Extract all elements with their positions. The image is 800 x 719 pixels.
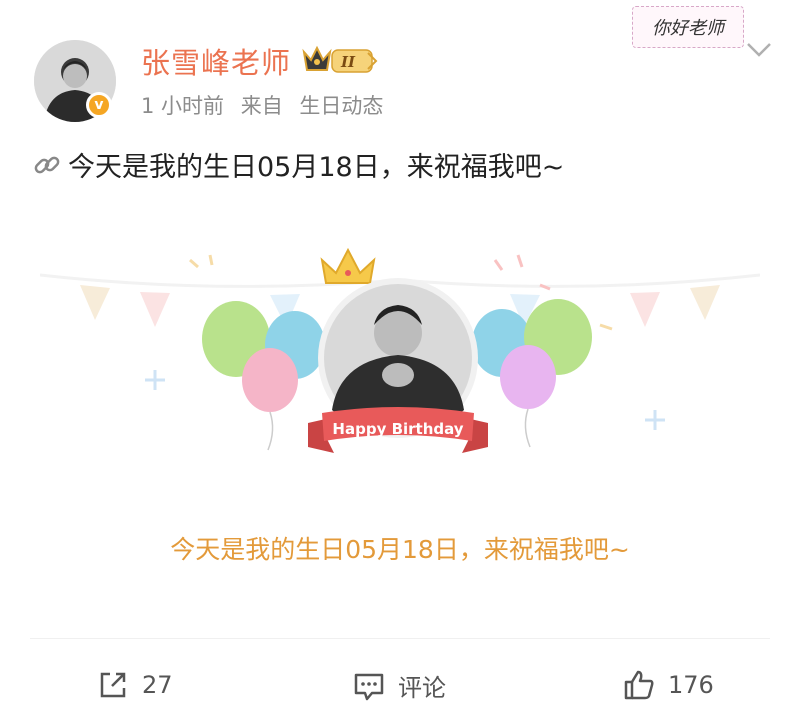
vip-level-label: II <box>340 53 356 71</box>
verified-badge-icon: v <box>86 92 112 118</box>
chevron-down-icon[interactable] <box>744 38 774 62</box>
like-count: 176 <box>668 671 714 699</box>
sticker-text: 你好老师 <box>652 18 724 39</box>
post-meta: 1 小时前 来自 生日动态 <box>141 90 393 120</box>
comment-button[interactable]: 评论 <box>352 668 446 703</box>
author-name[interactable]: 张雪峰老师 <box>141 40 291 82</box>
share-button[interactable]: 27 <box>96 668 173 702</box>
post-body: 今天是我的生日05月18日，来祝福我吧~ <box>32 145 564 184</box>
vip-crown-badge-icon: II <box>302 45 378 73</box>
card-caption: 今天是我的生日05月18日，来祝福我吧~ <box>170 535 630 564</box>
decoration-sticker: 你好老师 <box>632 6 744 48</box>
share-count: 27 <box>142 671 173 699</box>
divider <box>30 638 770 639</box>
action-bar: 27 评论 176 <box>0 660 800 715</box>
thumbs-up-icon <box>624 670 654 700</box>
share-icon <box>100 672 126 698</box>
comment-icon <box>354 673 384 700</box>
post-source-prefix: 来自 <box>240 94 283 118</box>
post-text: 今天是我的生日05月18日，来祝福我吧~ <box>68 152 565 183</box>
post-header: v 张雪峰老师 II 1 小时前 来自 生日动态 你好老师 <box>0 0 800 130</box>
happy-birthday-banner: Happy Birthday <box>332 420 463 438</box>
comment-label: 评论 <box>398 674 446 702</box>
link-icon <box>34 156 60 173</box>
like-button[interactable]: 176 <box>622 668 714 702</box>
post-source[interactable]: 生日动态 <box>299 94 383 118</box>
post-time: 1 小时前 <box>141 94 225 118</box>
